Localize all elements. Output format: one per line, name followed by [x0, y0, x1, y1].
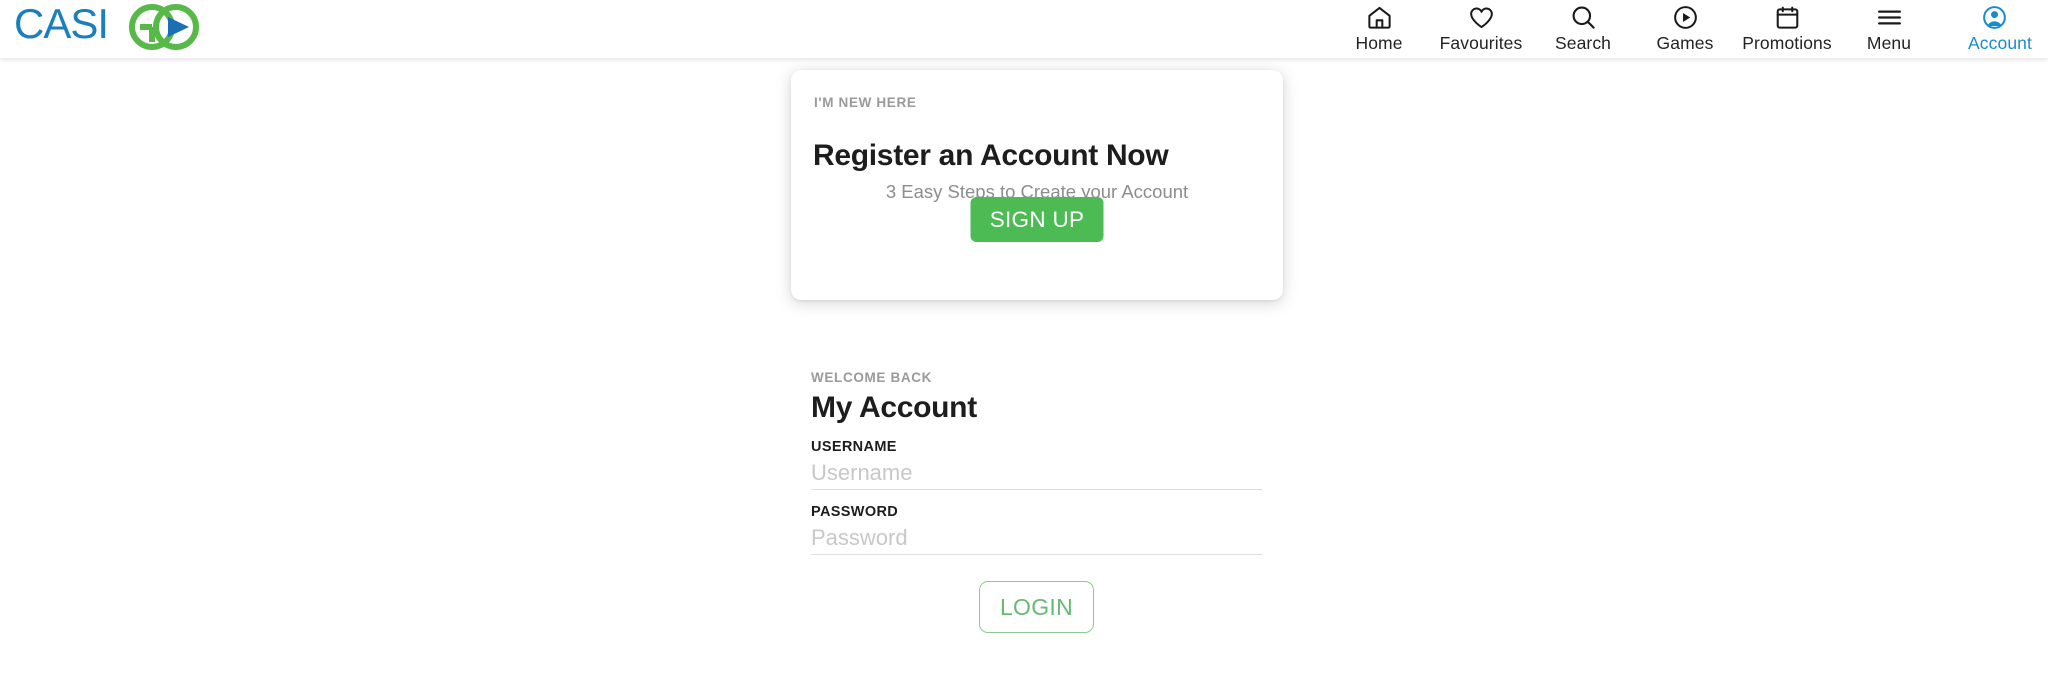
search-icon: [1570, 2, 1597, 32]
nav-item-games[interactable]: Games: [1634, 0, 1736, 58]
nav-item-favourites[interactable]: Favourites: [1430, 0, 1532, 58]
password-input[interactable]: [811, 523, 1262, 555]
account-icon: [1981, 2, 2008, 32]
site-header: CASI Home Favourites Search Games Promot…: [0, 0, 2048, 58]
heart-icon: [1468, 2, 1495, 32]
username-field-group: USERNAME: [811, 439, 1262, 490]
sign-up-button[interactable]: SIGN UP: [970, 197, 1104, 242]
nav-label-account: Account: [1968, 33, 2032, 53]
svg-text:CASI: CASI: [14, 4, 108, 47]
register-eyebrow: I'M NEW HERE: [814, 95, 917, 110]
nav-label-promotions: Promotions: [1742, 33, 1832, 53]
login-button-row: LOGIN: [811, 581, 1262, 633]
password-label: PASSWORD: [811, 504, 899, 520]
nav-item-home[interactable]: Home: [1328, 0, 1430, 58]
nav-label-home: Home: [1355, 33, 1403, 53]
nav-label-search: Search: [1554, 33, 1612, 53]
play-circle-icon: [1672, 2, 1699, 32]
calendar-icon: [1774, 2, 1801, 32]
login-button[interactable]: LOGIN: [979, 581, 1094, 633]
nav-item-menu[interactable]: Menu: [1838, 0, 1940, 58]
nav-item-account[interactable]: Account: [1940, 0, 2048, 58]
username-input[interactable]: [811, 458, 1262, 490]
brand-logo[interactable]: CASI: [14, 0, 214, 56]
register-card: I'M NEW HERE Register an Account Now 3 E…: [791, 70, 1283, 300]
nav-item-promotions[interactable]: Promotions: [1736, 0, 1838, 58]
hamburger-icon: [1876, 2, 1903, 32]
login-section: WELCOME BACK My Account USERNAME PASSWOR…: [811, 370, 1262, 633]
nav-label-menu: Menu: [1866, 33, 1912, 53]
nav-label-games: Games: [1656, 33, 1714, 53]
password-field-group: PASSWORD: [811, 504, 1262, 555]
nav-label-favourites: Favourites: [1439, 33, 1523, 53]
home-icon: [1366, 2, 1393, 32]
main-nav: Home Favourites Search Games Promotions …: [1328, 0, 2048, 58]
username-label: USERNAME: [811, 439, 897, 455]
login-title: My Account: [811, 391, 977, 424]
register-title: Register an Account Now: [813, 138, 1169, 172]
login-eyebrow: WELCOME BACK: [811, 370, 933, 385]
nav-item-search[interactable]: Search: [1532, 0, 1634, 58]
casigo-logo-icon: CASI: [14, 4, 199, 50]
